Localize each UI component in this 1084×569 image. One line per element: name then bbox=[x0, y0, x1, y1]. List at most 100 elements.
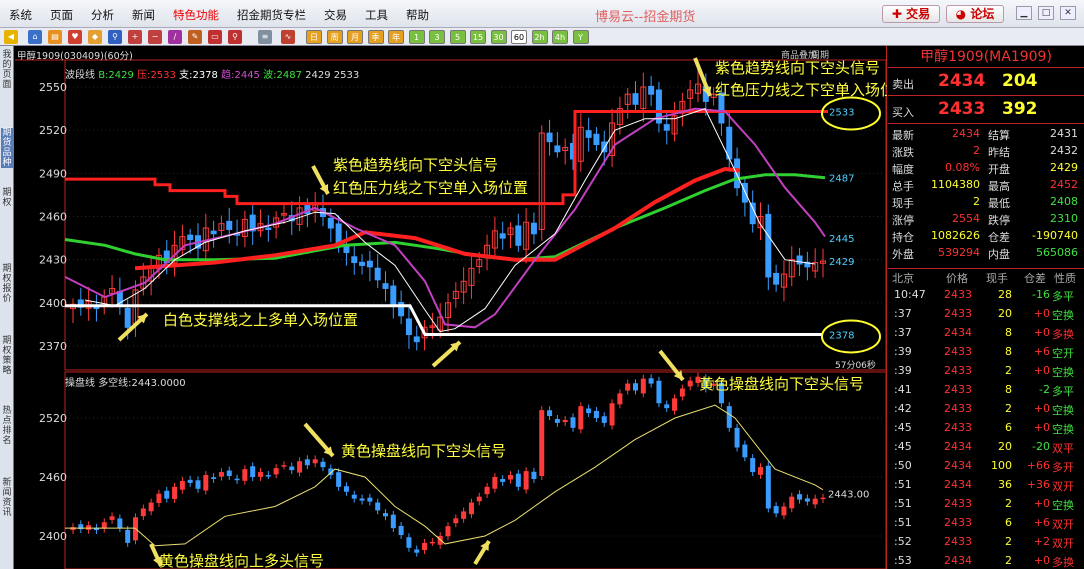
menu-item[interactable]: 新闻 bbox=[123, 7, 164, 23]
maximize-button[interactable]: □ bbox=[1038, 6, 1054, 20]
left-tab[interactable]: 期货品种 bbox=[1, 128, 13, 168]
b-label: B: bbox=[98, 70, 109, 81]
tick-row: :37 2434 8 +0 多换 bbox=[888, 324, 1084, 343]
search-icon[interactable]: ⚲ bbox=[108, 30, 122, 44]
tick-v: 6 bbox=[1005, 516, 1012, 529]
period-button[interactable]: 3 bbox=[429, 30, 445, 44]
pen-icon[interactable]: ✎ bbox=[188, 30, 202, 44]
sub-bar bbox=[273, 468, 279, 475]
left-tab[interactable]: 期权报价 bbox=[1, 264, 13, 304]
close-button[interactable]: ✕ bbox=[1060, 6, 1076, 20]
menu-item[interactable]: 分析 bbox=[82, 7, 123, 23]
stats-l1: 幅度 bbox=[892, 163, 914, 176]
zoom-in-icon[interactable]: + bbox=[128, 30, 142, 44]
sub-bar bbox=[453, 518, 459, 524]
support-price-label: 2378 bbox=[829, 330, 854, 341]
stats-l2: 开盘 bbox=[988, 163, 1010, 176]
candle-body bbox=[374, 267, 381, 281]
candle-body bbox=[632, 93, 639, 105]
sub-bar bbox=[492, 477, 498, 489]
tick-row: :51 2433 6 +6 双开 bbox=[888, 514, 1084, 533]
forum-button[interactable]: ◕ 论坛 bbox=[946, 5, 1004, 23]
left-tab[interactable]: 我的页面 bbox=[1, 50, 13, 90]
period-button[interactable]: 月 bbox=[347, 30, 363, 44]
stats-row: 最新 2434 结算 2431 bbox=[888, 126, 1084, 142]
tick-row: :39 2433 8 +6 空开 bbox=[888, 343, 1084, 362]
folder-icon[interactable]: ▤ bbox=[48, 30, 62, 44]
sub-y-tick-label: 2400 bbox=[39, 530, 67, 543]
menu-item[interactable]: 页面 bbox=[41, 7, 82, 23]
period-button[interactable]: 4h bbox=[552, 30, 568, 44]
tick-v: 36 bbox=[998, 478, 1012, 491]
period-button[interactable]: 60 bbox=[511, 30, 527, 44]
stock-icon[interactable]: ◆ bbox=[88, 30, 102, 44]
sub-bar bbox=[242, 469, 248, 481]
left-tab[interactable]: 期权策略 bbox=[1, 336, 13, 376]
sell-row: 卖出 2434 204 bbox=[888, 69, 1084, 96]
tick-o: -16 bbox=[1032, 288, 1050, 301]
home-icon[interactable]: ⌂ bbox=[28, 30, 42, 44]
extra-value-2: 2533 bbox=[333, 70, 360, 81]
menu-item[interactable]: 交易 bbox=[315, 7, 356, 23]
eraser-icon[interactable]: ▭ bbox=[208, 30, 222, 44]
stats-l2: 跌停 bbox=[988, 214, 1010, 227]
zoom-out-icon[interactable]: − bbox=[148, 30, 162, 44]
toolbar: ◀ ⌂ ▤ ♥ ◆ ⚲ + − ∕ ✎ ▭ ⚲ ≡ ∿ 日周月季年 1 3 5 15 30… bbox=[0, 28, 1084, 46]
tick-n: 双平 bbox=[1052, 442, 1074, 455]
period-button[interactable]: 季 bbox=[367, 30, 384, 44]
trade-button[interactable]: ✚ 交易 bbox=[882, 5, 940, 23]
candle-body bbox=[210, 230, 217, 235]
ticks-header-oi: 仓差 bbox=[1024, 272, 1046, 285]
back-icon[interactable]: ◀ bbox=[4, 30, 18, 44]
tick-row: 10:47 2433 28 -16 多平 bbox=[888, 286, 1084, 305]
sub-operate-line bbox=[65, 404, 824, 547]
left-tab[interactable]: 期权 bbox=[1, 188, 13, 208]
sub-bar bbox=[679, 388, 685, 397]
menu-item[interactable]: 招金期货专栏 bbox=[228, 7, 315, 23]
tick-p: 2433 bbox=[944, 516, 972, 529]
tick-o: +0 bbox=[1033, 326, 1050, 339]
pin-icon[interactable]: ⚲ bbox=[228, 30, 242, 44]
period-button[interactable]: 周 bbox=[326, 30, 343, 44]
period-button[interactable]: 30 bbox=[490, 30, 507, 44]
period-button[interactable]: 5 bbox=[449, 30, 466, 44]
menu-item[interactable]: 帮助 bbox=[397, 7, 438, 23]
period-button[interactable]: 1 bbox=[408, 30, 425, 44]
favorite-icon[interactable]: ♥ bbox=[68, 30, 82, 44]
cycle-link[interactable]: 周期 bbox=[811, 48, 829, 61]
sub-bar bbox=[633, 383, 638, 391]
stats-v1: 2434 bbox=[952, 127, 980, 140]
tick-v: 2 bbox=[1005, 364, 1012, 377]
tick-chart-icon[interactable]: ∿ bbox=[281, 30, 295, 44]
buy-row: 买入 2433 392 bbox=[888, 97, 1084, 124]
list-icon[interactable]: ≡ bbox=[258, 30, 272, 44]
sub-bar bbox=[148, 502, 154, 512]
candle-body bbox=[390, 285, 397, 307]
menu-item[interactable]: 特色功能 bbox=[164, 7, 228, 23]
line-tool-icon[interactable]: ∕ bbox=[168, 30, 182, 44]
period-button[interactable]: Y bbox=[572, 30, 589, 44]
pressure-value: 2533 bbox=[150, 70, 176, 81]
tick-n: 空换 bbox=[1052, 309, 1074, 322]
stats-l1: 持仓 bbox=[892, 231, 914, 244]
tick-t: :45 bbox=[894, 440, 912, 453]
menu-item[interactable]: 系统 bbox=[0, 7, 41, 23]
tick-p: 2434 bbox=[944, 554, 972, 567]
period-button[interactable]: 15 bbox=[470, 30, 486, 44]
minimize-button[interactable]: ▁ bbox=[1016, 6, 1032, 20]
sell-label: 卖出 bbox=[892, 78, 914, 91]
left-tab[interactable]: 热点排名 bbox=[1, 406, 13, 446]
tick-t: :52 bbox=[894, 535, 912, 548]
period-button[interactable]: 年 bbox=[388, 30, 404, 44]
sub-bar bbox=[484, 486, 490, 495]
period-button[interactable]: 2h bbox=[531, 30, 548, 44]
tick-row: :39 2433 2 +0 空换 bbox=[888, 362, 1084, 381]
y-tick-label: 2550 bbox=[39, 81, 67, 94]
tick-v: 2 bbox=[1005, 554, 1012, 567]
tick-row: :52 2433 2 +2 双开 bbox=[888, 533, 1084, 552]
period-button[interactable]: 日 bbox=[306, 30, 322, 44]
stats-row: 涨跌 2 昨结 2432 bbox=[888, 143, 1084, 159]
left-tab[interactable]: 新闻资讯 bbox=[1, 478, 13, 518]
menu-list: 系统 页面 分析 新闻 特色功能 招金期货专栏 交易 工具 帮助 bbox=[0, 7, 438, 23]
menu-item[interactable]: 工具 bbox=[356, 7, 397, 23]
